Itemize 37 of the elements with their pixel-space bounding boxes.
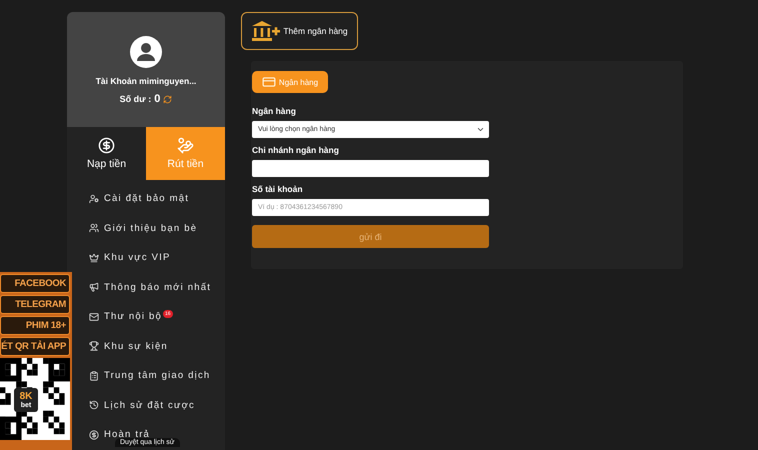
promo-link[interactable]: ÉT QR TẢI APP bbox=[0, 337, 70, 356]
account-name: Tài Khoản miminguyen... bbox=[96, 76, 196, 86]
field-label: Chi nhánh ngân hàng bbox=[252, 145, 340, 155]
menu-icon bbox=[89, 312, 99, 322]
promo-link[interactable]: PHIM 18+ bbox=[0, 316, 70, 335]
field-label: Số tài khoản bbox=[252, 184, 304, 194]
add-bank-button[interactable]: Thêm ngân hàng bbox=[241, 12, 358, 50]
promo-link[interactable]: FACEBOOK bbox=[0, 274, 70, 293]
hand-coins-icon bbox=[177, 137, 194, 154]
menu-item[interactable]: Thông báo mới nhất bbox=[104, 282, 212, 293]
menu-icon bbox=[89, 341, 99, 352]
avatar-icon bbox=[130, 36, 162, 68]
menu-icon bbox=[89, 282, 99, 292]
menu-item[interactable]: Lịch sử đặt cược bbox=[104, 400, 195, 411]
menu-item[interactable]: Giới thiệu bạn bè bbox=[104, 222, 198, 234]
chevron-down-icon bbox=[476, 125, 485, 134]
menu-icon bbox=[89, 400, 99, 410]
menu-icon bbox=[89, 252, 99, 263]
balance-label: Số dư : bbox=[120, 94, 152, 104]
input-field[interactable] bbox=[252, 160, 489, 177]
qr-logo-text: 8K bbox=[20, 392, 32, 402]
menu-item[interactable]: Khu sự kiện bbox=[104, 340, 168, 352]
menu-item[interactable]: Khu vực VIP bbox=[104, 252, 171, 264]
card-icon bbox=[262, 75, 276, 89]
menu-item[interactable]: Thư nội bộ bbox=[104, 311, 162, 322]
bank-plus-icon bbox=[251, 20, 282, 42]
promo-link[interactable]: TELEGRAM bbox=[0, 295, 70, 314]
menu-icon bbox=[89, 430, 99, 440]
balance-value: 0 bbox=[154, 93, 160, 105]
menu-icon bbox=[89, 223, 99, 234]
menu-icon bbox=[89, 194, 99, 204]
field-label: Ngân hàng bbox=[252, 106, 297, 116]
menu-item[interactable]: Cài đặt bảo mật bbox=[104, 193, 190, 204]
menu-icon bbox=[89, 370, 99, 381]
refresh-icon[interactable] bbox=[163, 94, 172, 104]
coin-icon bbox=[98, 137, 115, 154]
menu-item[interactable]: Trung tâm giao dịch bbox=[104, 370, 210, 382]
